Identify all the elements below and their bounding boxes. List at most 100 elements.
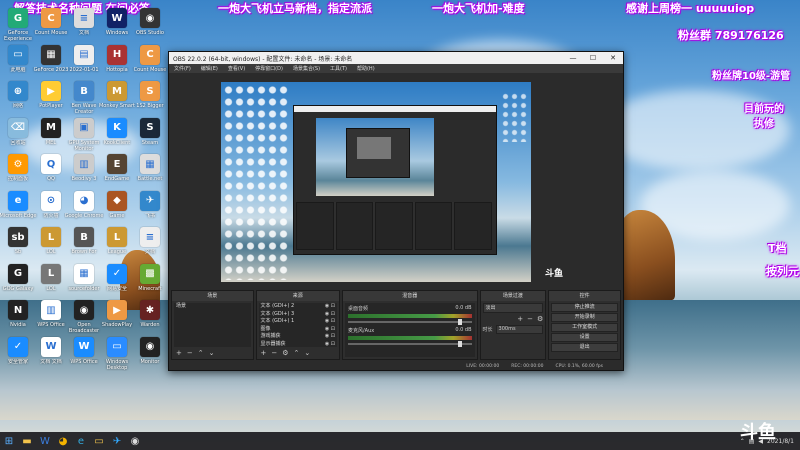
add-icon[interactable]: + bbox=[176, 349, 182, 357]
remove-icon[interactable]: − bbox=[187, 349, 193, 357]
desktop-app-icon: S bbox=[140, 117, 160, 138]
edge-icon[interactable]: e bbox=[72, 432, 90, 450]
windows-start-icon[interactable]: ⊞ bbox=[0, 432, 18, 450]
cpu-fps: CPU: 0.1%, 60.00 fps bbox=[555, 363, 604, 369]
menu-tools[interactable]: 工具(T) bbox=[325, 65, 352, 72]
chrome-icon[interactable]: ◕ bbox=[54, 432, 72, 450]
chevron-down-icon[interactable]: ⌄ bbox=[209, 349, 215, 357]
rec-timer: REC: 00:00:00 bbox=[511, 363, 544, 369]
douyu-watermark-preview: 斗鱼 bbox=[545, 269, 564, 279]
desktop-app-icon: C bbox=[41, 8, 61, 28]
explorer-icon[interactable]: ▭ bbox=[90, 432, 108, 450]
menu-file[interactable]: 文件(F) bbox=[169, 65, 196, 72]
douyu-watermark: 斗鱼 bbox=[740, 422, 776, 443]
chevron-up-icon[interactable]: ⌃ bbox=[294, 349, 300, 357]
volume-slider[interactable] bbox=[347, 319, 472, 325]
source-item[interactable]: 文本 (GDI+) 2 ◉ ⊡ bbox=[259, 303, 337, 311]
remove-icon[interactable]: − bbox=[527, 315, 533, 323]
gear-icon[interactable]: ⚙ bbox=[537, 315, 543, 323]
exit-button[interactable]: 退出 bbox=[551, 343, 618, 352]
desktop-icon-label: Monitor bbox=[140, 358, 160, 365]
source-item[interactable]: 文本 (GDI+) 3 ◉ ⊡ bbox=[259, 311, 337, 319]
desktop-app-icon: ✓ bbox=[8, 336, 28, 357]
desktop-icon[interactable]: ✈ 飞书 bbox=[130, 190, 170, 225]
desktop-app-icon: ▦ bbox=[140, 154, 160, 174]
desktop-icon[interactable]: ▦ Battle.net bbox=[130, 154, 170, 188]
add-icon[interactable]: + bbox=[261, 349, 267, 357]
desktop-app-icon: Q bbox=[41, 154, 61, 174]
desktop-app-icon: B bbox=[74, 81, 94, 101]
desktop-app-icon: ⌫ bbox=[8, 117, 28, 138]
scenes-dock: 场景 场景 + − ⌃ ⌄ bbox=[171, 290, 254, 360]
desktop-app-icon: ▦ bbox=[74, 263, 94, 284]
remove-icon[interactable]: − bbox=[271, 349, 277, 357]
desktop-app-icon: ⊙ bbox=[41, 190, 61, 211]
visibility-eye-icon[interactable]: ◉ ⊡ bbox=[325, 311, 335, 319]
overlay-text-6: 粉丝牌10级-游管 bbox=[712, 71, 791, 82]
overlay-text-4: 感谢上周榜一 uuuuuiop bbox=[626, 2, 755, 15]
source-item[interactable]: 游戏捕获 ◉ ⊡ bbox=[259, 333, 337, 341]
desktop-icon[interactable]: ◉ OBS Studio bbox=[130, 8, 170, 42]
desktop-icon[interactable]: C Count Mouse bbox=[130, 44, 170, 79]
desktop-app-icon: C bbox=[140, 44, 160, 65]
desktop-icon[interactable]: ✱ Warden bbox=[130, 300, 170, 334]
desktop-app-icon: ▩ bbox=[140, 263, 160, 284]
desktop-app-icon: G bbox=[8, 263, 28, 284]
studio-mode-button[interactable]: 工作室模式 bbox=[551, 323, 618, 332]
desktop-app-icon: sb bbox=[8, 227, 28, 247]
obs-taskbar-icon[interactable]: ◉ bbox=[126, 432, 144, 450]
source-item[interactable]: 显示器捕获 ◉ ⊡ bbox=[259, 341, 337, 349]
stop-streaming-button[interactable]: 停止推流 bbox=[551, 303, 618, 312]
duration-label: 时长 bbox=[482, 327, 493, 333]
desktop-app-icon: L bbox=[41, 227, 61, 247]
desktop-icon-label: Battle.net bbox=[137, 176, 163, 182]
obs-preview[interactable] bbox=[221, 82, 531, 282]
source-item[interactable]: 图像 ◉ ⊡ bbox=[259, 326, 337, 334]
desktop-app-icon: ◉ bbox=[74, 300, 94, 320]
obs-title-bar[interactable]: OBS 22.0.2 (64-bit, windows) - 配置文件: 未命名… bbox=[169, 52, 623, 64]
desktop-app-icon: ✈ bbox=[140, 190, 160, 211]
close-icon[interactable]: ✕ bbox=[603, 54, 623, 62]
transition-select[interactable]: 淡出 bbox=[482, 303, 544, 313]
visibility-eye-icon[interactable]: ◉ ⊡ bbox=[325, 303, 335, 311]
menu-scene-collection[interactable]: 场景集合(S) bbox=[288, 65, 325, 72]
desktop-icon[interactable]: ◉ Monitor bbox=[130, 336, 170, 371]
menu-edit[interactable]: 编辑(E) bbox=[196, 65, 223, 72]
overlay-text-2: 一炮大飞机立马新档，指定流派 bbox=[218, 2, 372, 15]
overlay-text-8: T档 bbox=[768, 242, 787, 255]
desktop-app-icon: E bbox=[107, 154, 127, 174]
chevron-down-icon[interactable]: ⌄ bbox=[304, 349, 310, 357]
desktop-app-icon: ✓ bbox=[107, 263, 127, 284]
desktop-icon[interactable]: ≡ 文档 bbox=[130, 227, 170, 261]
desktop-icon[interactable]: ▩ Minecraft bbox=[130, 263, 170, 298]
transitions-dock-title: 场景过渡 bbox=[480, 291, 546, 301]
desktop-icon[interactable]: S 1S2 Bigger bbox=[130, 81, 170, 115]
visibility-eye-icon[interactable]: ◉ ⊡ bbox=[325, 326, 335, 334]
desktop-icon[interactable]: S Steam bbox=[130, 117, 170, 152]
duration-input[interactable]: 300ms bbox=[495, 325, 544, 334]
desktop-app-icon: e bbox=[8, 190, 28, 211]
desktop-app-icon: ⊕ bbox=[8, 81, 28, 101]
source-item[interactable]: 文本 (GDI+) 1 ◉ ⊡ bbox=[259, 318, 337, 326]
desktop-app-icon: N bbox=[8, 300, 28, 320]
add-icon[interactable]: + bbox=[517, 315, 523, 323]
visibility-eye-icon[interactable]: ◉ ⊡ bbox=[325, 318, 335, 326]
scene-item[interactable]: 场景 bbox=[174, 303, 251, 311]
file-explorer-icon[interactable]: ▬ bbox=[18, 432, 36, 450]
gear-icon[interactable]: ⚙ bbox=[282, 349, 288, 357]
feishu-icon[interactable]: ✈ bbox=[108, 432, 126, 450]
volume-slider[interactable] bbox=[347, 341, 472, 347]
chevron-up-icon[interactable]: ⌃ bbox=[198, 349, 204, 357]
visibility-eye-icon[interactable]: ◉ ⊡ bbox=[325, 341, 335, 349]
settings-button[interactable]: 设置 bbox=[551, 333, 618, 342]
start-recording-button[interactable]: 开始录制 bbox=[551, 313, 618, 322]
menu-help[interactable]: 帮助(H) bbox=[352, 65, 380, 72]
desktop-app-icon: ◉ bbox=[140, 336, 160, 357]
word-icon[interactable]: W bbox=[36, 432, 54, 450]
minimize-icon[interactable]: — bbox=[563, 54, 583, 62]
maximize-icon[interactable]: ☐ bbox=[583, 54, 603, 62]
obs-window[interactable]: OBS 22.0.2 (64-bit, windows) - 配置文件: 未命名… bbox=[168, 51, 624, 371]
visibility-eye-icon[interactable]: ◉ ⊡ bbox=[325, 333, 335, 341]
menu-docks[interactable]: 停靠窗口(D) bbox=[250, 65, 288, 72]
menu-view[interactable]: 查看(V) bbox=[223, 65, 250, 72]
